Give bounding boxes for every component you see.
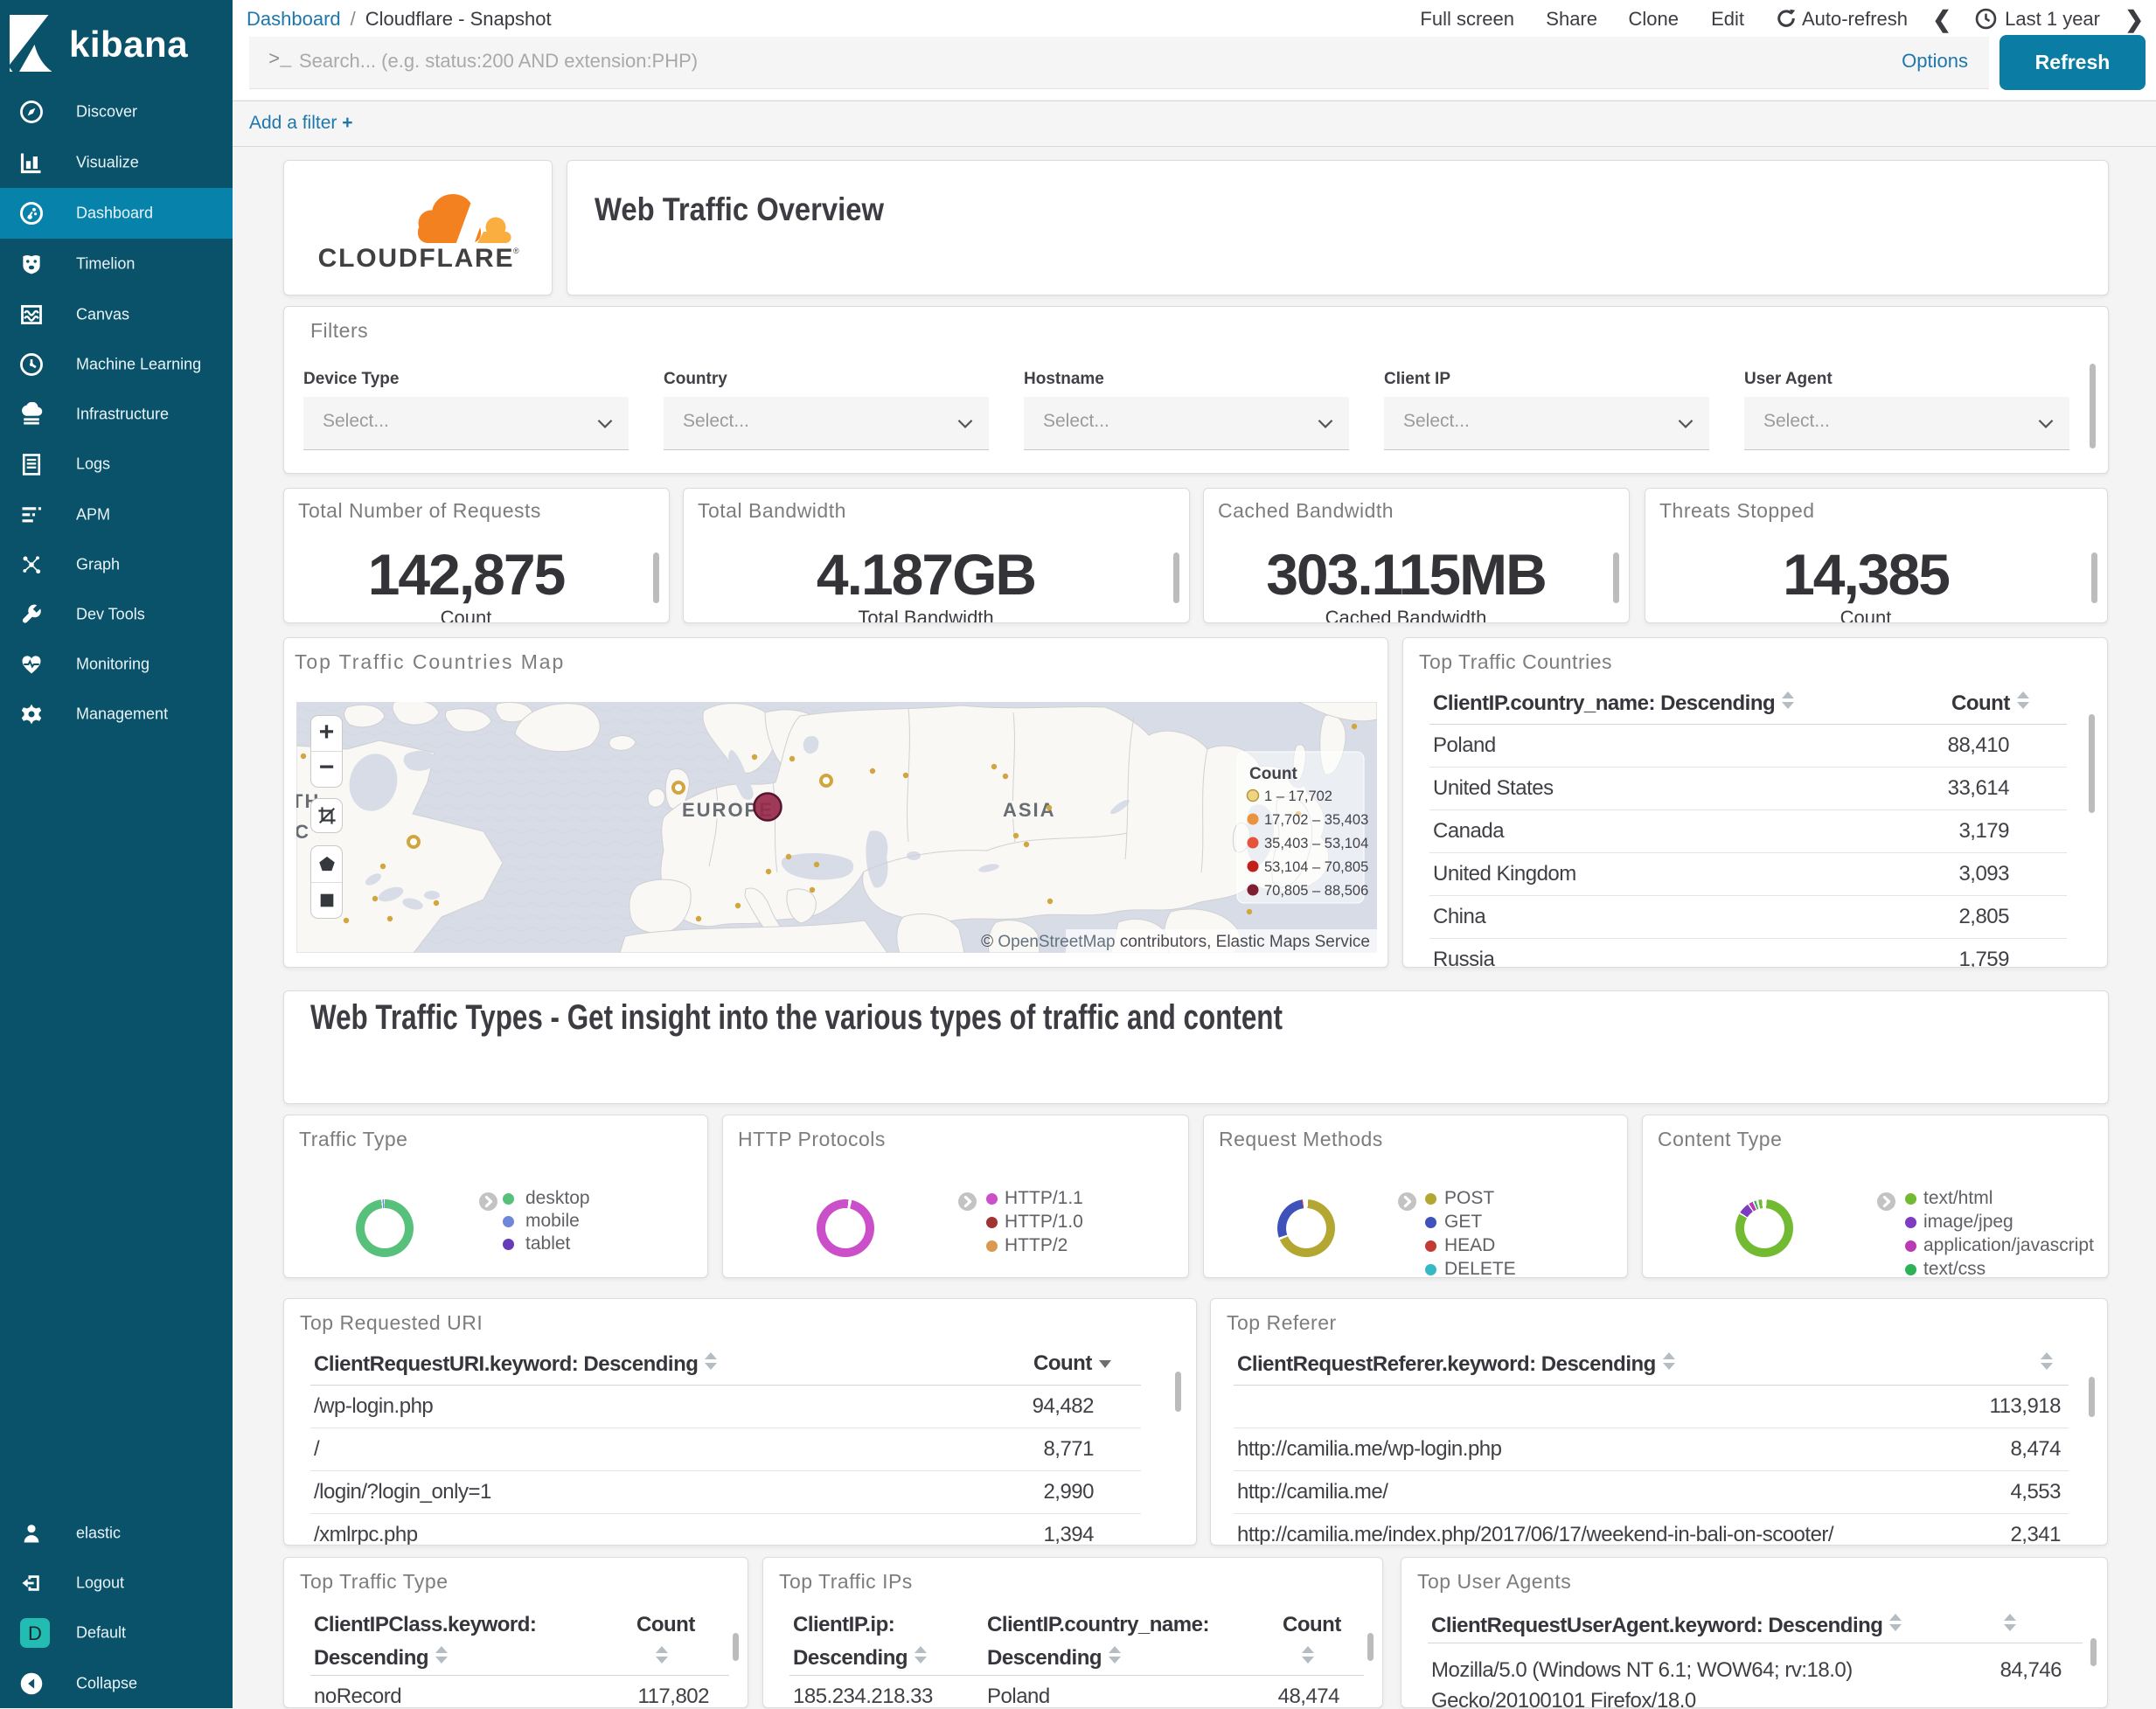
svg-text:© OpenStreetMap contributors,: © OpenStreetMap contributors, Elastic Ma…: [981, 933, 1370, 951]
svg-text:35,403 – 53,104: 35,403 – 53,104: [1264, 836, 1368, 851]
svg-text:17,702 – 35,403: 17,702 – 35,403: [1264, 812, 1368, 828]
svg-text:1 – 17,702: 1 – 17,702: [1264, 789, 1332, 804]
svg-text:Count: Count: [1249, 765, 1298, 783]
svg-text:IC: IC: [296, 821, 310, 843]
svg-text:D: D: [28, 1622, 42, 1644]
svg-text:70,805 – 88,506: 70,805 – 88,506: [1264, 883, 1368, 899]
svg-text:53,104 – 70,805: 53,104 – 70,805: [1264, 859, 1368, 875]
svg-text:CLOUDFLARE: CLOUDFLARE: [318, 244, 515, 273]
svg-text:®: ®: [513, 247, 519, 255]
